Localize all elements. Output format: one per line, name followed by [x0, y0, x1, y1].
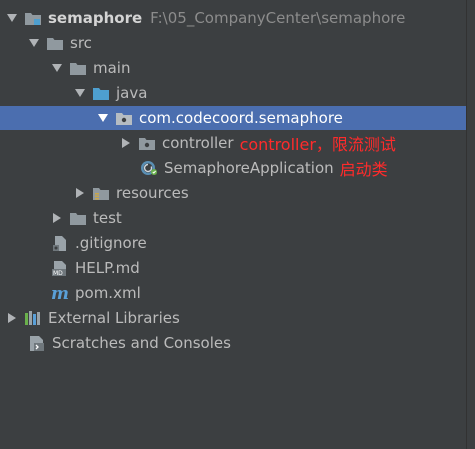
- annotation-text: controller，限流测试: [239, 135, 396, 154]
- folder-label: java: [116, 84, 148, 102]
- markdown-file-icon: MD: [51, 260, 69, 277]
- annotation-text: 启动类: [339, 160, 388, 179]
- libraries-label: External Libraries: [48, 309, 180, 327]
- gitignore-file-icon: [51, 235, 69, 251]
- package-label: com.codecoord.semaphore: [139, 109, 343, 127]
- scratches-label: Scratches and Consoles: [52, 334, 231, 352]
- file-label: pom.xml: [75, 284, 141, 302]
- folder-label: main: [93, 59, 131, 77]
- package-icon: [138, 135, 156, 151]
- chevron-down-icon[interactable]: [28, 37, 40, 49]
- class-label: SemaphoreApplication: [164, 159, 334, 177]
- svg-text:m: m: [51, 285, 69, 301]
- tree-row-controller[interactable]: controller controller，限流测试: [0, 131, 466, 155]
- tree-row-help[interactable]: MD HELP.md: [0, 256, 466, 280]
- maven-pom-icon: m: [51, 285, 69, 301]
- folder-label: resources: [116, 184, 189, 202]
- tree-row-external-libraries[interactable]: External Libraries: [0, 306, 466, 330]
- tree-row-test[interactable]: test: [0, 206, 466, 230]
- tree-row-src[interactable]: src: [0, 31, 466, 55]
- module-folder-icon: [24, 10, 42, 26]
- chevron-down-icon[interactable]: [97, 112, 109, 124]
- chevron-right-icon[interactable]: [74, 187, 86, 199]
- libraries-icon: [24, 310, 42, 326]
- tree-row-application[interactable]: SemaphoreApplication 启动类: [0, 156, 466, 180]
- tree-row-package[interactable]: com.codecoord.semaphore: [0, 106, 466, 130]
- chevron-right-icon[interactable]: [6, 312, 18, 324]
- tree-row-project[interactable]: semaphore F:\05_CompanyCenter\semaphore: [0, 6, 466, 30]
- tree-row-gitignore[interactable]: .gitignore: [0, 231, 466, 255]
- tree-row-scratches[interactable]: Scratches and Consoles: [0, 331, 466, 355]
- project-tool-window: semaphore F:\05_CompanyCenter\semaphore …: [0, 0, 467, 449]
- source-folder-icon: [92, 85, 110, 101]
- folder-label: src: [70, 34, 92, 52]
- chevron-down-icon[interactable]: [6, 12, 18, 24]
- spring-boot-class-icon: [140, 160, 158, 176]
- package-icon: [115, 110, 133, 126]
- folder-icon: [69, 210, 87, 226]
- tree-row-resources[interactable]: resources: [0, 181, 466, 205]
- vertical-scrollbar[interactable]: [466, 0, 475, 449]
- resources-folder-icon: [92, 185, 110, 201]
- package-label: controller: [162, 134, 234, 152]
- tree-row-pom[interactable]: m pom.xml: [0, 281, 466, 305]
- chevron-down-icon[interactable]: [74, 87, 86, 99]
- file-label: HELP.md: [75, 259, 140, 277]
- folder-icon: [69, 60, 87, 76]
- chevron-down-icon[interactable]: [51, 62, 63, 74]
- file-label: .gitignore: [75, 234, 147, 252]
- chevron-right-icon[interactable]: [51, 212, 63, 224]
- folder-label: test: [93, 209, 122, 227]
- chevron-right-icon[interactable]: [120, 137, 132, 149]
- project-name: semaphore: [48, 9, 143, 27]
- folder-icon: [46, 35, 64, 51]
- svg-text:MD: MD: [53, 270, 63, 277]
- tree-row-java[interactable]: java: [0, 81, 466, 105]
- tree-row-main[interactable]: main: [0, 56, 466, 80]
- project-path: F:\05_CompanyCenter\semaphore: [150, 9, 406, 27]
- scratches-icon: [28, 335, 46, 351]
